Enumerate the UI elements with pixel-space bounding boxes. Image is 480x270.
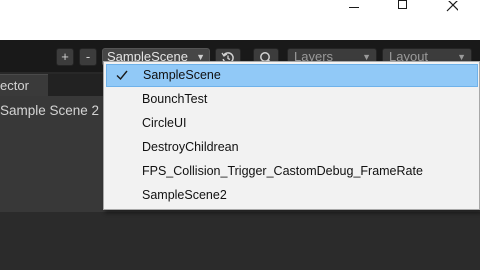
menu-item-label: FPS_Collision_Trigger_CastomDebug_FrameR… bbox=[142, 164, 423, 178]
menu-item-destroychildrean[interactable]: DestroyChildrean bbox=[104, 136, 479, 159]
menu-item-circleui[interactable]: CircleUI bbox=[104, 112, 479, 135]
menu-item-label: SampleScene bbox=[143, 68, 221, 82]
window-title-bar bbox=[0, 0, 480, 40]
close-window-button[interactable] bbox=[442, 0, 462, 14]
inspector-lower-area bbox=[0, 212, 480, 270]
menu-item-label: BounchTest bbox=[142, 92, 208, 106]
checkmark-icon bbox=[116, 70, 128, 81]
remove-scene-button[interactable]: - bbox=[79, 48, 97, 66]
menu-item-samplescene[interactable]: SampleScene bbox=[106, 64, 478, 87]
add-scene-button[interactable]: + bbox=[56, 48, 74, 66]
menu-item-label: SampleScene2 bbox=[142, 188, 227, 202]
close-icon bbox=[446, 1, 458, 12]
menu-item-fps-collision[interactable]: FPS_Collision_Trigger_CastomDebug_FrameR… bbox=[104, 160, 479, 183]
tab-inspector[interactable]: ector bbox=[0, 74, 48, 96]
menu-item-label: DestroyChildrean bbox=[142, 140, 239, 154]
restore-icon bbox=[397, 0, 407, 9]
scene-title: Sample Scene 2 bbox=[0, 103, 100, 118]
scene-dropdown-menu: SampleScene BounchTest CircleUI DestroyC… bbox=[103, 61, 480, 210]
minimize-window-button[interactable] bbox=[344, 0, 364, 14]
minimize-icon bbox=[349, 6, 359, 8]
menu-item-samplescene2[interactable]: SampleScene2 bbox=[104, 184, 479, 207]
menu-item-bounchtest[interactable]: BounchTest bbox=[104, 88, 479, 111]
menu-item-label: CircleUI bbox=[142, 116, 187, 130]
restore-window-button[interactable] bbox=[393, 0, 411, 14]
